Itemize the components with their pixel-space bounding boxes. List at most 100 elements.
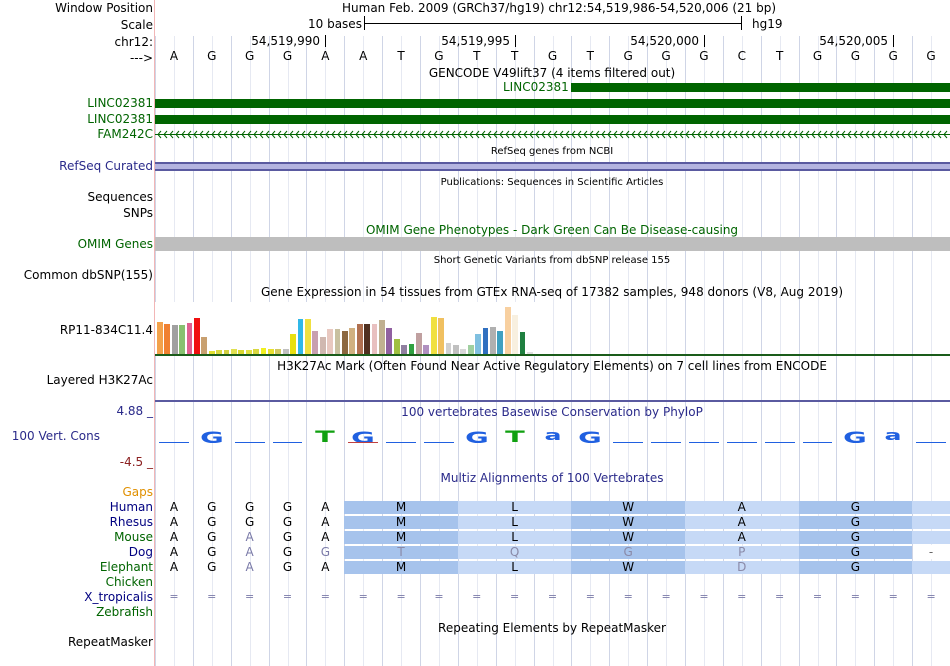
gtex-tissue-bar[interactable] — [356, 323, 363, 354]
omim-title: OMIM Gene Phenotypes - Dark Green Can Be… — [365, 223, 739, 237]
gtex-tissue-bar[interactable] — [519, 332, 526, 354]
gtex-tissue-bar[interactable] — [157, 321, 163, 354]
alignment-gap-marker: = — [245, 590, 255, 603]
species-label[interactable]: X_tropicalis — [84, 590, 153, 604]
gtex-tissue-bar[interactable] — [438, 317, 445, 354]
gtex-tissue-bar[interactable] — [475, 334, 482, 354]
gtex-tissue-bar[interactable] — [164, 323, 171, 354]
phylop-letter: a — [543, 428, 562, 444]
gtex-title: Gene Expression in 54 tissues from GTEx … — [260, 285, 844, 299]
gene-label-linc02381-2[interactable]: LINC02381 — [87, 112, 153, 126]
species-label[interactable]: Elephant — [100, 560, 153, 574]
alignment-gap-marker: = — [699, 590, 709, 603]
gtex-tissue-bar[interactable] — [186, 322, 193, 354]
gtex-chart[interactable] — [155, 302, 535, 354]
gtex-tissue-bar[interactable] — [423, 344, 430, 354]
amino-acid: G — [623, 545, 633, 559]
alignment-base: G — [244, 515, 255, 529]
cons-label[interactable]: 100 Vert. Cons — [12, 429, 100, 443]
species-label[interactable]: Mouse — [114, 530, 153, 544]
gtex-tissue-bar[interactable] — [401, 344, 408, 354]
amino-acid: G — [850, 515, 860, 529]
sequences-label[interactable]: Sequences — [88, 190, 153, 204]
gene-bar-linc02381-2[interactable] — [155, 115, 950, 124]
alignment-gap-marker: = — [169, 590, 179, 603]
fam242c-strand-arrows — [157, 130, 948, 139]
amino-acid: A — [737, 500, 746, 514]
alignment-gap: - — [925, 545, 937, 559]
refseq-label[interactable]: RefSeq Curated — [59, 159, 153, 173]
publications-title: Publications: Sequences in Scientific Ar… — [440, 177, 664, 188]
gtex-tissue-bar[interactable] — [512, 315, 519, 354]
phylop-bar — [272, 442, 303, 443]
snps-label[interactable]: SNPs — [123, 206, 153, 220]
gtex-tissue-bar[interactable] — [179, 324, 186, 354]
scale-bar — [364, 23, 741, 24]
alignment-gap-marker: = — [623, 590, 633, 603]
sequence-base: A — [169, 49, 179, 63]
gtex-tissue-bar[interactable] — [386, 328, 393, 354]
species-label[interactable]: Dog — [129, 545, 153, 559]
phylop-letter: G — [199, 428, 224, 447]
omim-bar[interactable] — [155, 237, 950, 251]
gtex-tissue-bar[interactable] — [349, 328, 356, 354]
sequence-base: G — [547, 49, 558, 63]
species-label[interactable]: Human — [110, 500, 153, 514]
dbsnp-title: Short Genetic Variants from dbSNP releas… — [433, 255, 671, 266]
track-image[interactable]: Human Feb. 2009 (GRCh37/hg19) chr12:54,5… — [155, 0, 950, 666]
gtex-tissue-bar[interactable] — [297, 318, 304, 354]
h3k27ac-label[interactable]: Layered H3K27Ac — [47, 373, 153, 387]
gtex-tissue-bar[interactable] — [393, 339, 400, 354]
gtex-tissue-bar[interactable] — [482, 328, 489, 354]
gene-bar-linc02381-top[interactable] — [571, 83, 950, 92]
alignment-base: A — [321, 560, 330, 574]
gtex-tissue-bar[interactable] — [504, 307, 511, 354]
alignment-base: G — [282, 560, 293, 574]
sequence-base: G — [699, 49, 709, 63]
gtex-tissue-bar[interactable] — [319, 336, 326, 354]
alignment-gap-marker: = — [585, 590, 595, 603]
gencode-item-label[interactable]: LINC02381 — [503, 80, 569, 94]
amino-acid: Q — [509, 545, 520, 559]
omim-label[interactable]: OMIM Genes — [78, 237, 153, 251]
species-label[interactable]: Zebrafish — [96, 605, 153, 619]
alignment-gap-marker: = — [207, 590, 217, 603]
species-label[interactable]: Rhesus — [110, 515, 153, 529]
species-label[interactable]: Chicken — [106, 575, 153, 589]
dbsnp-label[interactable]: Common dbSNP(155) — [24, 268, 153, 282]
repeatmasker-label[interactable]: RepeatMasker — [68, 635, 153, 649]
sequence-base: G — [282, 49, 293, 63]
amino-acid-block — [912, 516, 950, 529]
sequence-base: G — [926, 49, 936, 63]
sequence-base: G — [623, 49, 633, 63]
gene-label-linc02381-1[interactable]: LINC02381 — [87, 96, 153, 110]
gtex-tissue-bar[interactable] — [305, 318, 311, 354]
gtex-tissue-bar[interactable] — [445, 342, 452, 354]
gtex-tissue-bar[interactable] — [379, 320, 385, 354]
gene-bar-linc02381-1[interactable] — [155, 99, 950, 108]
gtex-tissue-bar[interactable] — [490, 326, 496, 354]
gtex-tissue-bar[interactable] — [416, 333, 422, 354]
gtex-tissue-bar[interactable] — [467, 344, 474, 354]
gtex-tissue-bar[interactable] — [342, 330, 348, 354]
gtex-tissue-bar[interactable] — [327, 329, 334, 354]
gene-label-fam242c[interactable]: FAM242C — [97, 127, 153, 141]
gtex-tissue-bar[interactable] — [171, 325, 178, 354]
gtex-tissue-bar[interactable] — [364, 323, 371, 354]
gtex-gene-label[interactable]: RP11-834C11.4 — [60, 323, 153, 337]
sequence-base: T — [775, 49, 784, 63]
gtex-tissue-bar[interactable] — [334, 329, 341, 354]
gtex-tissue-bar[interactable] — [194, 317, 200, 354]
gtex-tissue-bar[interactable] — [497, 330, 504, 354]
gtex-tissue-bar[interactable] — [312, 330, 319, 354]
gtex-tissue-bar[interactable] — [201, 336, 208, 354]
gtex-tissue-bar[interactable] — [371, 323, 378, 354]
gtex-tissue-bar[interactable] — [453, 344, 459, 354]
refseq-bar[interactable] — [155, 162, 950, 171]
alignment-base: G — [207, 530, 217, 544]
phylop-letter: G — [843, 428, 868, 447]
gtex-tissue-bar[interactable] — [290, 334, 297, 354]
gtex-tissue-bar[interactable] — [408, 343, 415, 354]
amino-acid: W — [622, 500, 635, 514]
gtex-tissue-bar[interactable] — [430, 316, 437, 354]
